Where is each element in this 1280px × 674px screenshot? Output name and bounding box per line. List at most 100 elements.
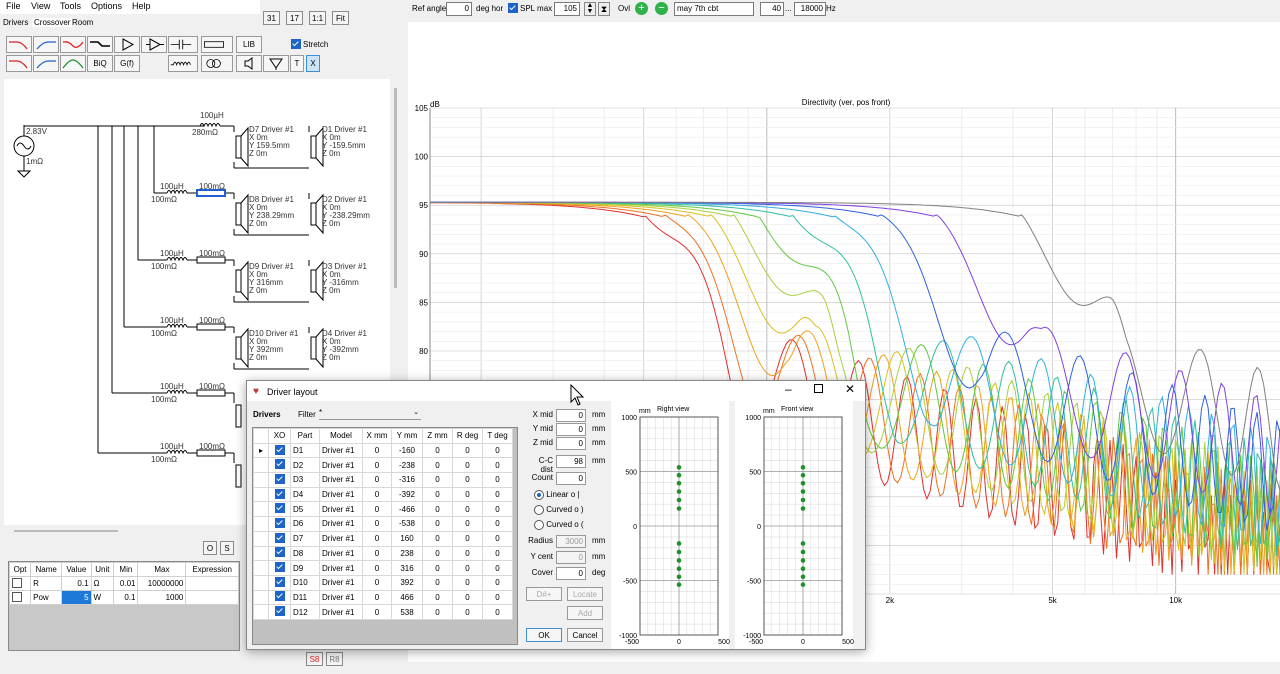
biquad-button[interactable]: BiQ — [87, 55, 113, 72]
filter-dropdown[interactable]: * ⌄ — [319, 408, 421, 420]
z-cell[interactable]: 0 — [422, 530, 453, 547]
part-cell[interactable]: D11 — [290, 589, 320, 606]
buffer-icon[interactable] — [114, 36, 140, 53]
layout-radio-0[interactable]: Linear o | — [534, 490, 579, 500]
table-row[interactable]: D8 Driver #1 0 238 0 0 0 — [253, 545, 513, 562]
table-row[interactable]: D12 Driver #1 0 538 0 0 0 — [253, 604, 513, 620]
model-cell[interactable]: Driver #1 — [319, 442, 363, 459]
minimize-icon[interactable]: – — [785, 382, 792, 396]
model-cell[interactable]: Driver #1 — [319, 560, 363, 576]
capacitor-icon[interactable] — [168, 36, 198, 53]
cover-input[interactable]: 0 — [556, 567, 586, 580]
z-cell[interactable]: 0 — [422, 472, 453, 488]
driver-dot[interactable] — [800, 472, 806, 478]
param-s-button[interactable]: S — [220, 541, 234, 555]
z-cell[interactable]: 0 — [422, 574, 453, 591]
tab-room[interactable]: Room — [72, 18, 93, 27]
x-cell[interactable]: 0 — [362, 516, 392, 532]
count-input[interactable]: 0 — [556, 472, 586, 485]
amplifier-icon[interactable] — [141, 36, 167, 53]
xo-checkbox[interactable] — [268, 501, 291, 518]
r-cell[interactable]: 0 — [452, 442, 483, 459]
t-cell[interactable]: 0 — [482, 560, 513, 576]
param-value[interactable]: 5 — [61, 590, 92, 605]
fmin-input[interactable]: 40 — [760, 2, 784, 16]
add-button[interactable]: Add — [567, 606, 603, 620]
menu-view[interactable]: View — [31, 1, 50, 11]
part-cell[interactable]: D9 — [290, 560, 320, 576]
xo-checkbox[interactable] — [268, 486, 291, 503]
xo-checkbox[interactable] — [268, 516, 291, 532]
driver-dot[interactable] — [676, 558, 682, 563]
r-cell[interactable]: 0 — [452, 516, 483, 532]
table-row[interactable]: D7 Driver #1 0 160 0 0 0 — [253, 530, 513, 547]
speaker-symbol[interactable] — [310, 269, 317, 293]
model-cell[interactable]: Driver #1 — [319, 530, 363, 547]
table-row[interactable]: D4 Driver #1 0 -392 0 0 0 — [253, 486, 513, 503]
resistor-icon[interactable] — [201, 36, 233, 53]
param-min[interactable]: 0.01 — [113, 576, 139, 591]
dialog-titlebar[interactable]: ♥ Driver layout – ✕ — [247, 381, 865, 401]
xo-checkbox[interactable] — [268, 589, 291, 606]
t-cell[interactable]: 0 — [482, 530, 513, 547]
r-cell[interactable]: 0 — [452, 472, 483, 488]
x-cell[interactable]: 0 — [362, 457, 392, 474]
driver-dot[interactable] — [676, 549, 682, 555]
y-cell[interactable]: -316 — [391, 472, 423, 488]
add-overlay-icon[interactable]: + — [635, 2, 648, 15]
part-cell[interactable]: D6 — [290, 516, 320, 532]
driver-dot[interactable] — [676, 465, 682, 470]
model-cell[interactable]: Driver #1 — [319, 472, 363, 488]
r-cell[interactable]: 0 — [452, 560, 483, 576]
z-cell[interactable]: 0 — [422, 604, 453, 620]
x-cell[interactable]: 0 — [362, 501, 392, 518]
model-cell[interactable]: Driver #1 — [319, 589, 363, 606]
delete-tool-button[interactable]: X — [306, 55, 320, 72]
speaker-icon[interactable] — [236, 55, 262, 72]
schematic-hscrollbar[interactable] — [14, 530, 118, 532]
y-cell[interactable]: 238 — [391, 545, 423, 562]
x-mid-input[interactable]: 0 — [556, 409, 586, 422]
xo-checkbox[interactable] — [268, 457, 291, 474]
z-cell[interactable]: 0 — [422, 501, 453, 518]
x-cell[interactable]: 0 — [362, 486, 392, 503]
model-cell[interactable]: Driver #1 — [319, 574, 363, 591]
x-cell[interactable]: 0 — [362, 530, 392, 547]
ref-angle-input[interactable]: 0 — [446, 2, 472, 16]
z-cell[interactable]: 0 — [422, 560, 453, 576]
s8-button[interactable]: S8 — [306, 652, 323, 666]
r-cell[interactable]: 0 — [452, 530, 483, 547]
locate-button[interactable]: Locate — [567, 587, 603, 601]
driver-dot[interactable] — [800, 566, 806, 572]
y-cell[interactable]: -466 — [391, 501, 423, 518]
y-cell[interactable]: 466 — [391, 589, 423, 606]
driver-dot[interactable] — [800, 489, 806, 494]
driver-dot[interactable] — [800, 549, 806, 555]
close-icon[interactable]: ✕ — [845, 382, 855, 396]
y-cell[interactable]: 538 — [391, 604, 423, 620]
xo-checkbox[interactable] — [268, 530, 291, 547]
x-cell[interactable]: 0 — [362, 472, 392, 488]
table-row[interactable]: D9 Driver #1 0 316 0 0 0 — [253, 560, 513, 576]
maximize-icon[interactable] — [814, 384, 823, 393]
part-cell[interactable]: D8 — [290, 545, 320, 562]
ground-icon[interactable] — [263, 55, 289, 72]
x-cell[interactable]: 0 — [362, 545, 392, 562]
schematic-scrollbar[interactable] — [394, 88, 397, 288]
x-cell[interactable]: 0 — [362, 574, 392, 591]
r-cell[interactable]: 0 — [452, 457, 483, 474]
ok-button[interactable]: OK — [526, 628, 562, 642]
xo-checkbox[interactable] — [268, 574, 291, 591]
driver-dot[interactable] — [800, 506, 806, 511]
transfer-function-button[interactable]: G(f) — [114, 55, 140, 72]
y-cell[interactable]: -160 — [391, 442, 423, 459]
speaker-symbol[interactable] — [310, 135, 317, 159]
driver-dot[interactable] — [676, 582, 682, 587]
speaker-symbol[interactable] — [235, 464, 242, 488]
model-cell[interactable]: Driver #1 — [319, 501, 363, 518]
param-value[interactable]: 0.1 — [61, 576, 92, 591]
menu-options[interactable]: Options — [91, 1, 122, 11]
x-cell[interactable]: 0 — [362, 560, 392, 576]
part-cell[interactable]: D1 — [290, 442, 320, 459]
z-mid-input[interactable]: 0 — [556, 437, 586, 450]
